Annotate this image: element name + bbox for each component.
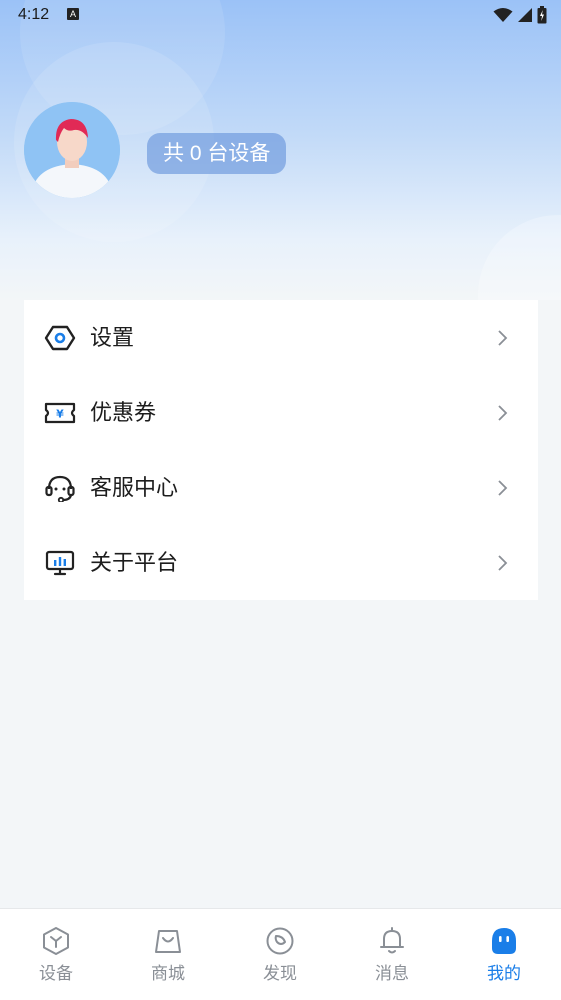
menu-item-label: 设置 [90,325,135,350]
menu-card: 设置 ¥ 优惠券 客服中心 关于平台 [24,300,538,600]
menu-item-settings[interactable]: 设置 [24,300,538,375]
settings-hex-icon [44,325,76,351]
tab-label: 商城 [151,964,185,983]
status-time: 4:12 [18,6,50,23]
avatar[interactable] [24,102,120,198]
status-bar: 4:12 A [0,0,561,30]
tab-label: 消息 [375,964,409,983]
menu-item-label: 关于平台 [90,550,179,575]
monitor-chart-icon [45,550,75,576]
status-indicators [493,6,547,24]
headset-icon [45,475,75,502]
menu-item-customer-service[interactable]: 客服中心 [24,450,538,525]
menu-item-label: 优惠券 [90,400,157,425]
bell-icon [380,927,404,954]
tab-label: 我的 [487,964,521,983]
discover-compass-icon [266,927,294,955]
user-avatar-icon [24,102,120,198]
cell-signal-icon [518,8,532,22]
menu-item-coupon[interactable]: ¥ 优惠券 [24,375,538,450]
tab-mall[interactable]: 商城 [112,909,224,1000]
device-cube-icon [43,927,69,955]
tab-device[interactable]: 设备 [0,909,112,1000]
wifi-icon [493,8,513,22]
notification-a-icon: A [67,8,79,20]
chevron-right-icon [498,555,508,571]
tab-discover[interactable]: 发现 [224,909,336,1000]
bottom-tab-bar: 设备 商城 发现 消息 我的 [0,908,561,1000]
tab-label: 发现 [263,964,297,983]
tab-messages[interactable]: 消息 [336,909,448,1000]
menu-item-about[interactable]: 关于平台 [24,525,538,600]
chevron-right-icon [498,330,508,346]
coupon-icon: ¥ [44,402,76,424]
tab-mine[interactable]: 我的 [448,909,560,1000]
battery-icon [537,6,547,24]
decorative-circle [478,215,561,300]
tab-label: 设备 [39,964,73,983]
svg-text:¥: ¥ [56,408,64,421]
chevron-right-icon [498,480,508,496]
shopping-bag-icon [155,930,181,953]
menu-item-label: 客服中心 [90,475,179,500]
mascot-face-icon [492,928,516,954]
chevron-right-icon [498,405,508,421]
device-count-badge[interactable]: 共 0 台设备 [147,133,287,174]
